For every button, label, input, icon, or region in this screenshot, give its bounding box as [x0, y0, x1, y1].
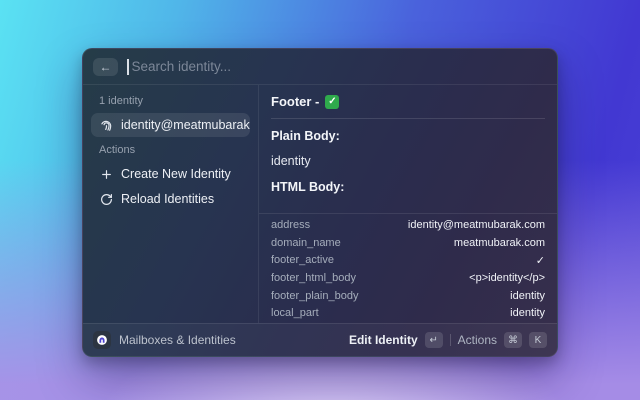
meta-key: footer_plain_body [271, 289, 359, 302]
detail-title-row: Footer - ✓ [271, 94, 545, 109]
sidebar: 1 identity identity@meatmubarak.com Acti… [83, 85, 259, 323]
detail-body: Footer - ✓ Plain Body: identity HTML Bod… [259, 85, 557, 213]
back-button[interactable]: ← [93, 57, 118, 76]
meta-key: footer_active [271, 254, 334, 267]
detail-pane: Footer - ✓ Plain Body: identity HTML Bod… [259, 85, 557, 323]
edit-identity-button[interactable]: Edit Identity [349, 333, 418, 347]
metadata-table: address identity@meatmubarak.com domain_… [259, 213, 557, 323]
meta-key: address [271, 219, 311, 232]
meta-key: local_part [271, 307, 319, 320]
sidebar-item-reload-identities[interactable]: Reload Identities [91, 187, 250, 211]
meta-value: meatmubarak.com [453, 236, 545, 249]
meta-key: domain_name [271, 236, 341, 249]
sidebar-item-identity[interactable]: identity@meatmubarak.com [91, 113, 250, 137]
check-emoji-icon: ✓ [325, 94, 340, 109]
main-area: 1 identity identity@meatmubarak.com Acti… [83, 85, 557, 323]
sidebar-item-label: Create New Identity [121, 167, 231, 181]
identity-section-header: 1 identity [99, 95, 144, 107]
detail-divider [271, 118, 545, 119]
actions-section-header: Actions [99, 144, 136, 156]
table-row: footer_plain_body identity [271, 287, 545, 305]
meta-value: identity@meatmubarak.com [407, 219, 545, 232]
table-row: footer_active ✓ [271, 252, 545, 270]
plus-icon [99, 167, 113, 181]
return-key-icon: ↵ [424, 332, 443, 348]
divider [449, 334, 451, 346]
search-input[interactable] [131, 59, 547, 74]
search-bar: ← [83, 49, 557, 85]
status-actions: Edit Identity ↵ Actions ⌘ K [349, 332, 547, 348]
meta-value: identity [510, 289, 545, 302]
table-row: footer_html_body <p>identity</p> [271, 269, 545, 287]
status-bar: Mailboxes & Identities Edit Identity ↵ A… [83, 323, 557, 356]
text-cursor [127, 58, 129, 75]
sidebar-item-label: Reload Identities [121, 192, 215, 206]
reload-icon [99, 192, 113, 206]
table-row: local_part identity [271, 304, 545, 322]
sidebar-item-label: identity@meatmubarak.com [121, 118, 250, 132]
detail-title: Footer - [271, 94, 320, 109]
plain-body-value: identity [271, 154, 311, 168]
cmd-key-icon: ⌘ [504, 332, 522, 348]
launcher-window: ← 1 identity identity@meatmubarak.com Ac… [82, 48, 558, 357]
app-name: Mailboxes & Identities [119, 333, 236, 347]
fingerprint-icon [99, 118, 113, 132]
meta-value checkmark: ✓ [535, 254, 545, 267]
k-key-icon: K [529, 332, 547, 348]
migadu-logo-icon [93, 331, 111, 349]
table-row: address identity@meatmubarak.com [271, 216, 545, 234]
plain-body-label: Plain Body: [271, 129, 340, 143]
actions-menu-button[interactable]: Actions [458, 333, 497, 347]
sidebar-item-create-identity[interactable]: Create New Identity [91, 162, 250, 186]
meta-value: identity [510, 307, 545, 320]
table-row: domain_name meatmubarak.com [271, 234, 545, 252]
html-body-label: HTML Body: [271, 180, 345, 194]
meta-value: <p>identity</p> [469, 272, 545, 285]
meta-key: footer_html_body [271, 272, 356, 285]
